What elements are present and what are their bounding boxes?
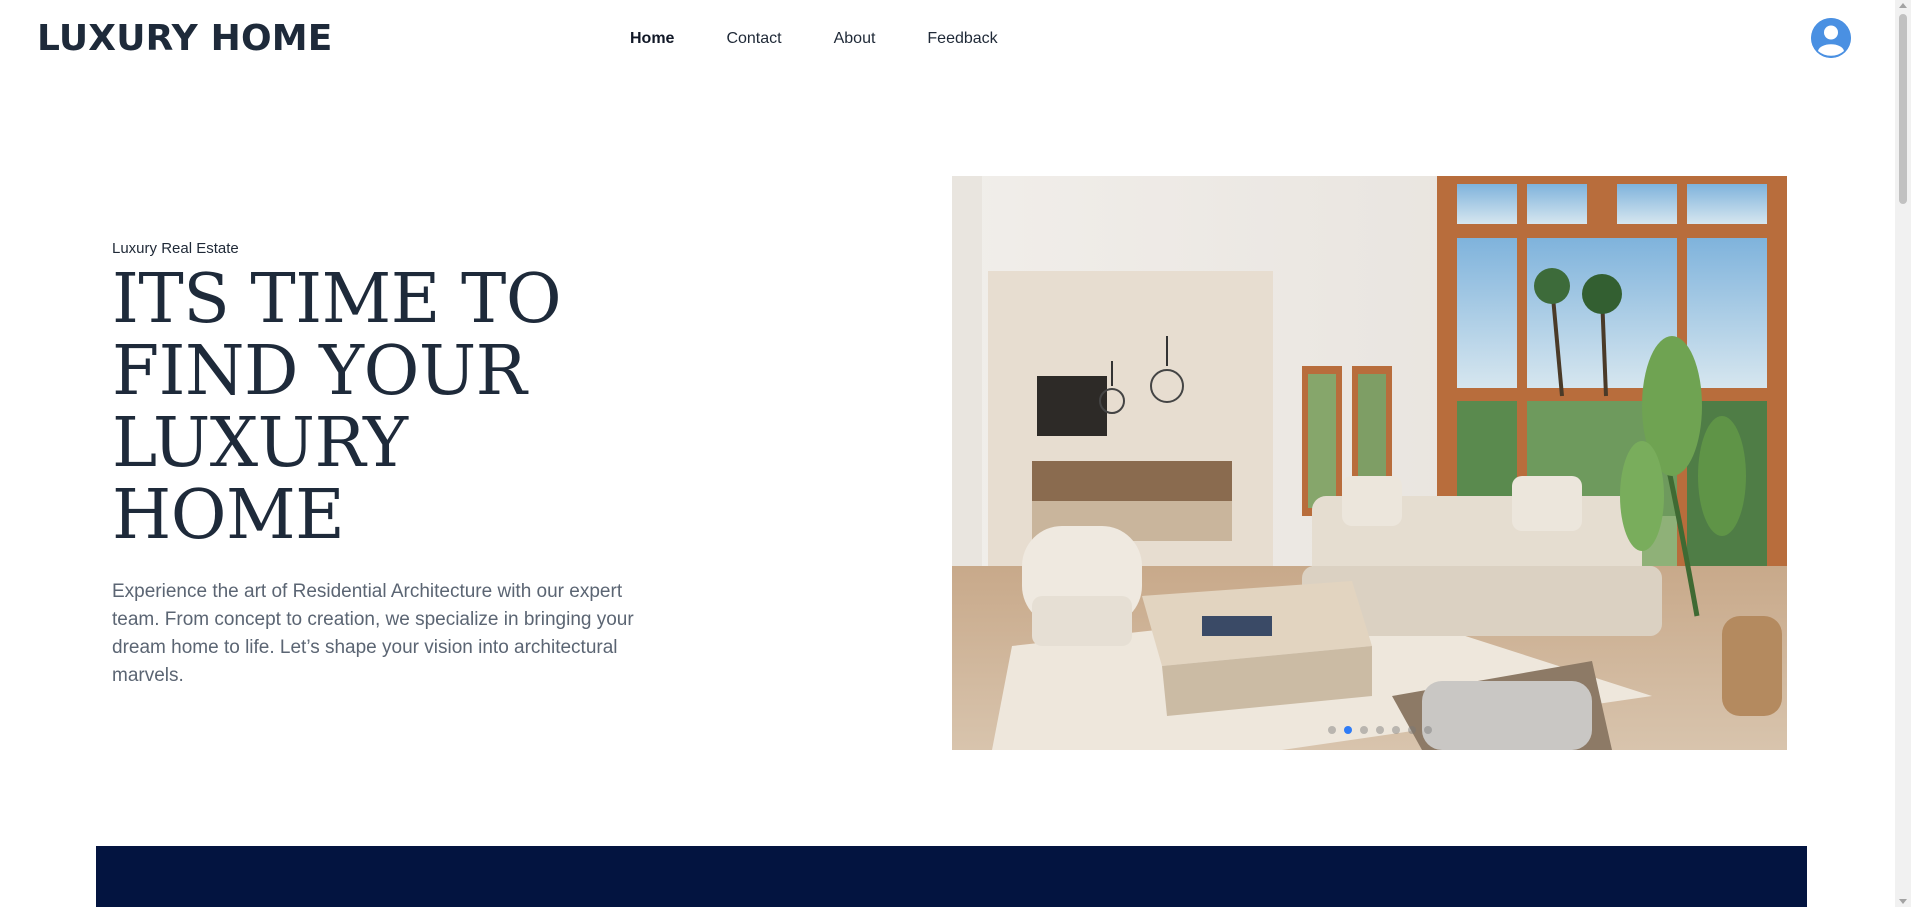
page: LUXURY HOME Home Contact About Feedback … (0, 0, 1911, 907)
carousel-dot-3[interactable] (1360, 726, 1368, 734)
page-scrollbar[interactable] (1895, 0, 1911, 907)
hero-title-line-3: LUXURY (112, 404, 408, 483)
carousel-dot-5[interactable] (1392, 726, 1400, 734)
image-carousel[interactable] (952, 176, 1787, 750)
hero-description: Experience the art of Residential Archit… (112, 581, 634, 686)
hero-title-line-2: FIND YOUR (112, 332, 527, 411)
carousel-dot-4[interactable] (1376, 726, 1384, 734)
living-room-photo (952, 176, 1787, 750)
user-circle-icon (1811, 18, 1851, 58)
hero-title-line-4: HOME (112, 476, 345, 555)
carousel-indicators (1328, 726, 1432, 734)
nav-contact-link[interactable]: Contact (726, 30, 781, 48)
carousel-dot-2[interactable] (1344, 726, 1352, 734)
site-header: LUXURY HOME Home Contact About Feedback (0, 0, 1895, 82)
carousel-dot-1[interactable] (1328, 726, 1336, 734)
hero-title: ITS TIME TO FIND YOUR LUXURY HOME (112, 264, 632, 552)
nav-feedback-link[interactable]: Feedback (927, 30, 997, 48)
main-nav: Home Contact About Feedback (630, 30, 1050, 48)
nav-home-link[interactable]: Home (630, 30, 674, 48)
hero-title-line-1: ITS TIME TO (112, 260, 562, 339)
scroll-down-arrow-icon[interactable] (1899, 899, 1907, 904)
scroll-thumb[interactable] (1899, 14, 1907, 204)
nav-about-link[interactable]: About (834, 30, 876, 48)
navy-feature-band (96, 846, 1807, 907)
carousel-dot-7[interactable] (1424, 726, 1432, 734)
carousel-dot-6[interactable] (1408, 726, 1416, 734)
hero-eyebrow: Luxury Real Estate (112, 240, 239, 257)
brand-logo[interactable]: LUXURY HOME (37, 18, 333, 59)
scroll-up-arrow-icon[interactable] (1899, 3, 1907, 8)
user-avatar-button[interactable] (1811, 18, 1851, 58)
